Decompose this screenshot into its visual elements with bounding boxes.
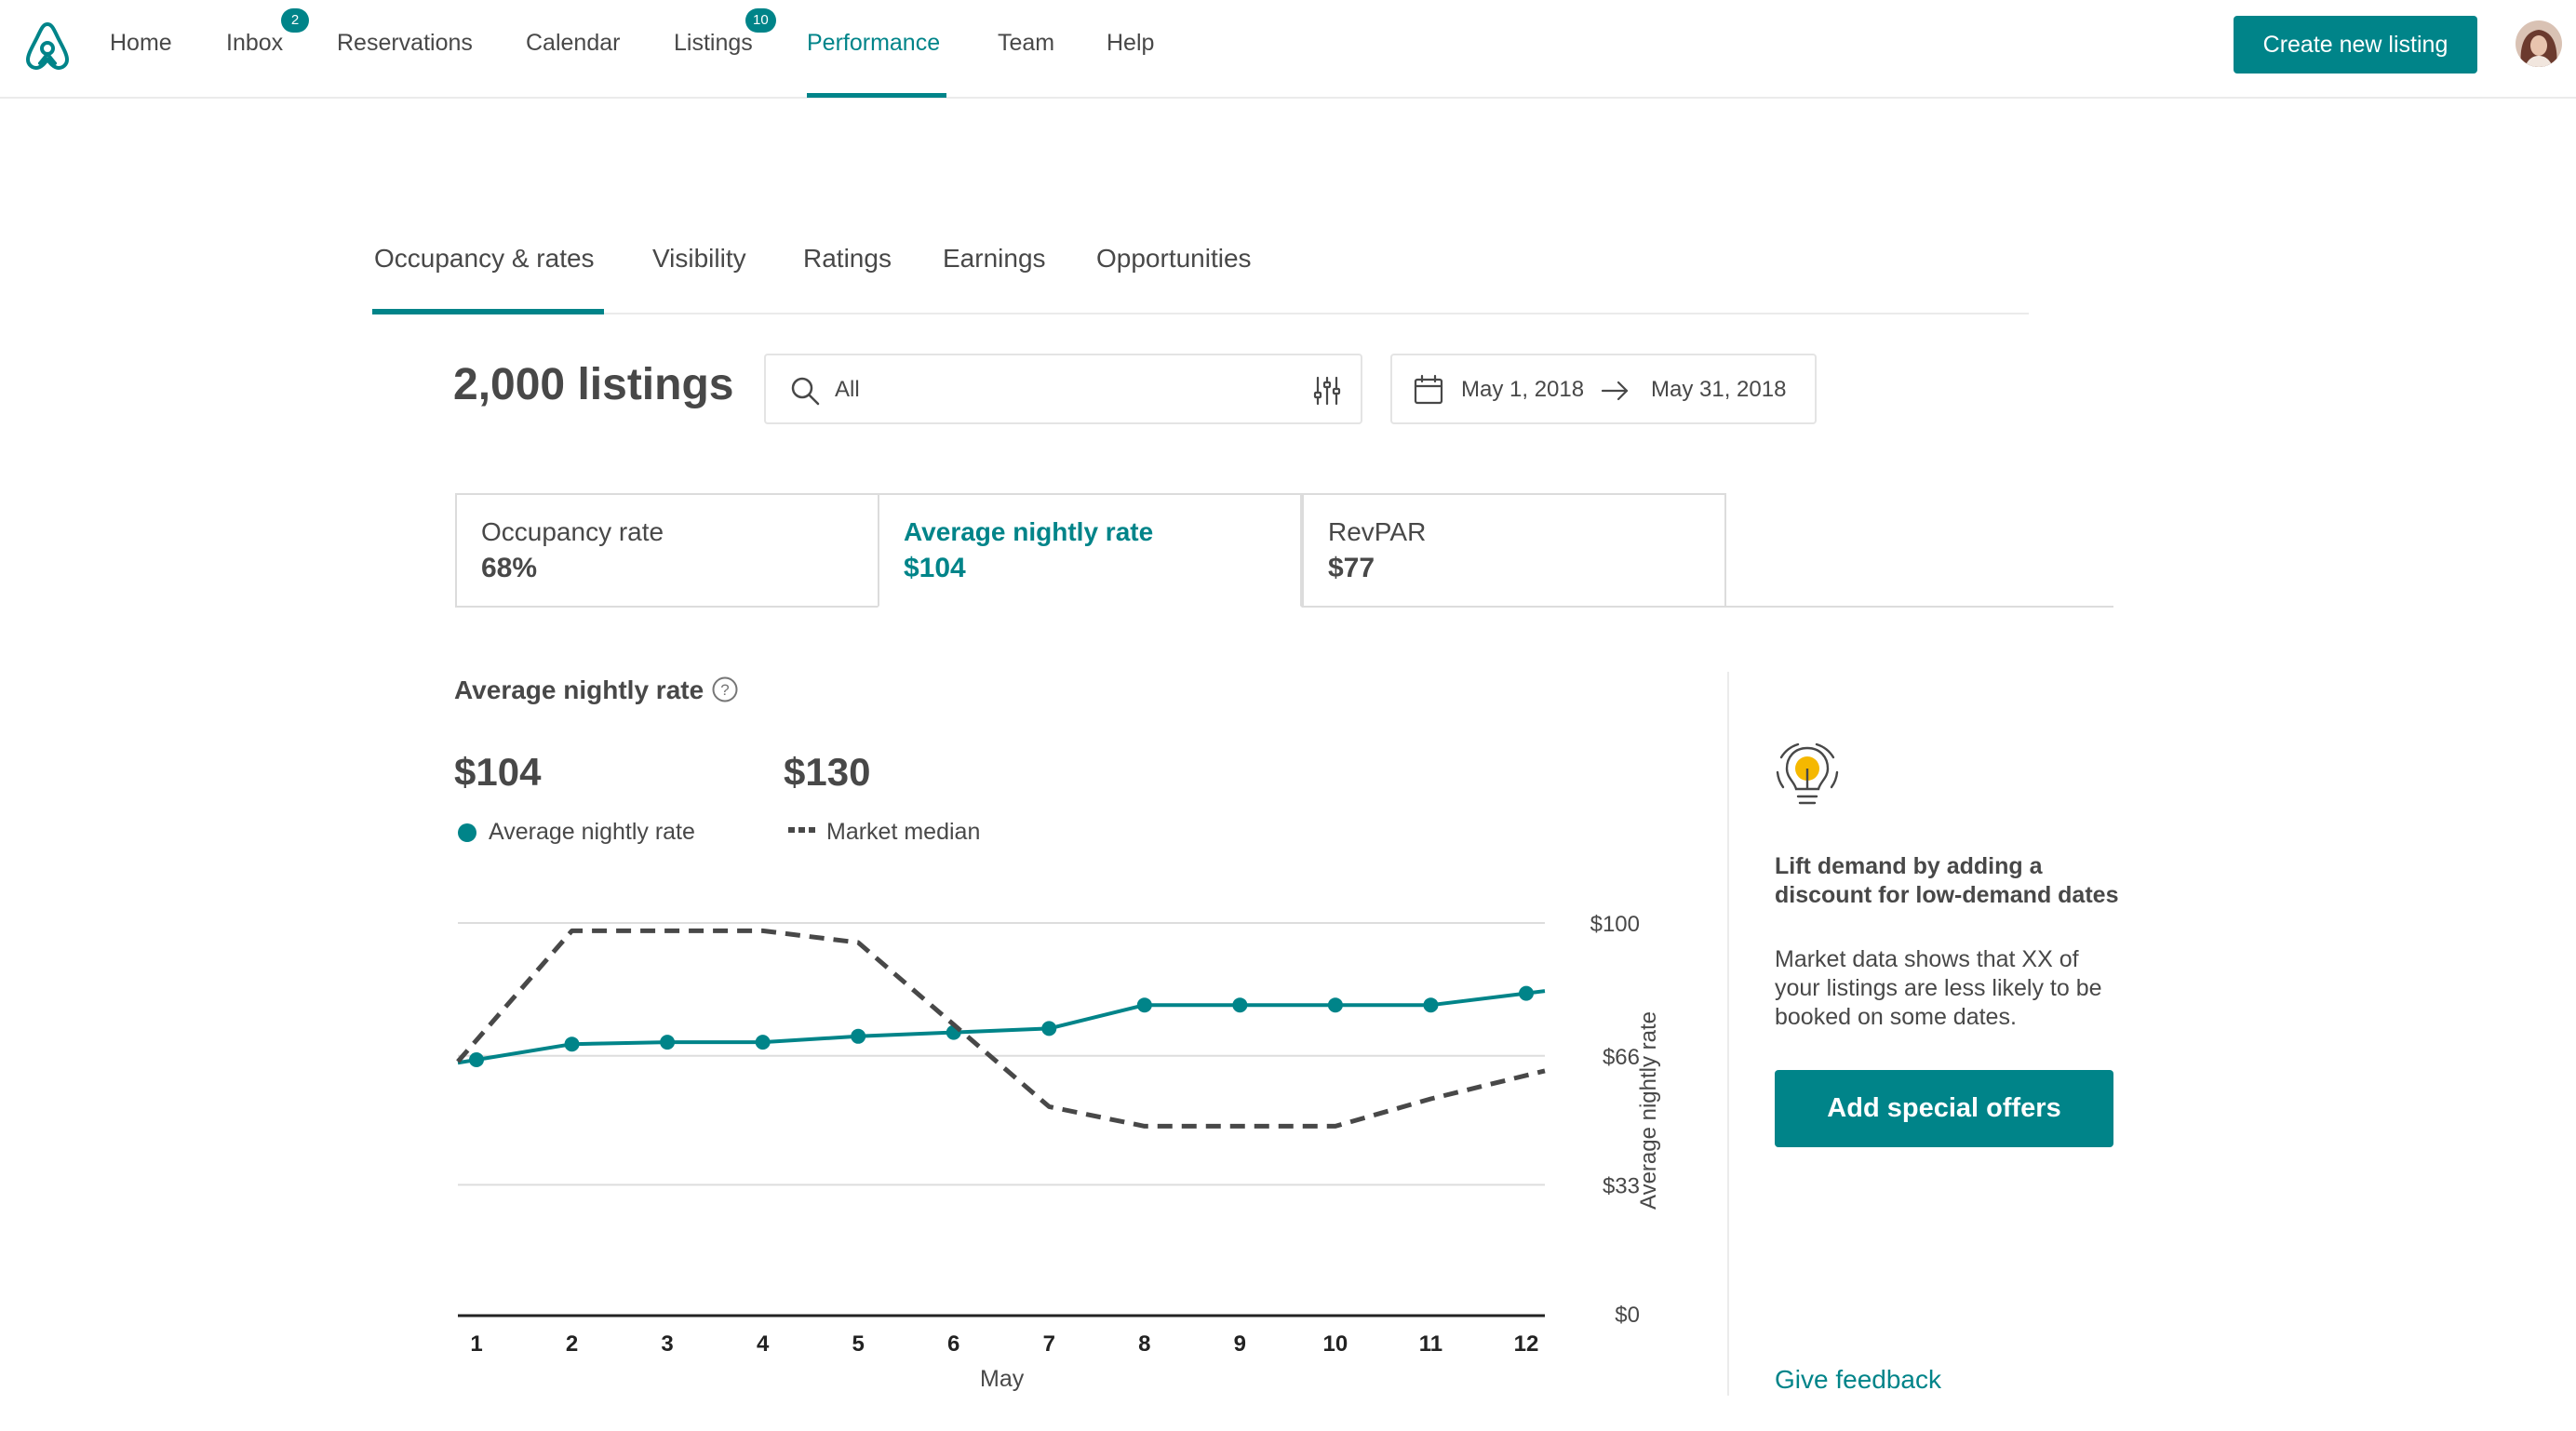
nav-home[interactable]: Home: [110, 30, 172, 57]
tab-occupancy-rates[interactable]: Occupancy & rates: [374, 244, 595, 274]
date-end[interactable]: May 31, 2018: [1651, 377, 1786, 403]
average-rate-point: [851, 1028, 866, 1044]
stat-market-median-value: $130: [784, 750, 871, 794]
listings-count: 2,000 listings: [453, 360, 734, 409]
x-tick-label: 1: [470, 1331, 482, 1357]
arrow-right-icon: [1601, 381, 1629, 401]
nav-performance[interactable]: Performance: [807, 30, 940, 57]
card-label: RevPAR: [1328, 517, 1427, 546]
help-icon[interactable]: ?: [711, 675, 739, 703]
card-value: $77: [1328, 553, 1375, 583]
search-icon: [791, 377, 820, 406]
calendar-icon: [1414, 374, 1443, 405]
x-tick-label: 6: [947, 1331, 959, 1357]
y-axis-label: Average nightly rate: [1636, 1010, 1661, 1210]
add-special-offers-button[interactable]: Add special offers: [1775, 1070, 2113, 1147]
tab-opportunities[interactable]: Opportunities: [1096, 244, 1252, 274]
average-rate-line: [457, 989, 1546, 1065]
tab-earnings[interactable]: Earnings: [943, 244, 1046, 274]
x-tick-label: 11: [1419, 1331, 1442, 1357]
card-label: Occupancy rate: [481, 517, 664, 546]
line-chart: $0$33$66$1001 2 3 4 5 6 7 8 9 10 11 12: [456, 912, 1640, 1357]
chart-title: Average nightly rate: [454, 675, 704, 704]
card-average-nightly-rate[interactable]: Average nightly rate $104: [878, 493, 1302, 608]
card-value: $104: [904, 553, 966, 583]
nav-active-indicator: [807, 93, 946, 98]
average-rate-point: [1232, 997, 1248, 1013]
search-input[interactable]: [835, 372, 1263, 408]
legend-dash-icon: [788, 827, 815, 833]
y-tick-label: $0: [1615, 1303, 1640, 1328]
average-rate-point: [1041, 1021, 1057, 1036]
airbnb-logo-icon[interactable]: [24, 20, 71, 71]
x-axis-label: May: [980, 1366, 1025, 1392]
tab-visibility[interactable]: Visibility: [652, 244, 746, 274]
average-rate-point: [1519, 985, 1534, 1001]
avatar-image-icon: [2516, 20, 2562, 67]
legend-average: Average nightly rate: [489, 819, 695, 845]
tabs-divider: [372, 313, 2029, 314]
nav-calendar[interactable]: Calendar: [526, 30, 620, 57]
legend-dot-icon: [458, 823, 476, 842]
create-listing-button[interactable]: Create new listing: [2234, 16, 2477, 74]
y-tick-label: $33: [1603, 1173, 1640, 1198]
tab-active-indicator: [372, 309, 604, 314]
card-value: 68%: [481, 553, 538, 583]
svg-text:?: ?: [720, 681, 729, 699]
nav-inbox[interactable]: Inbox: [226, 30, 283, 57]
x-tick-label: 4: [757, 1331, 770, 1357]
filter-sliders-icon[interactable]: [1310, 374, 1344, 408]
cards-baseline: [1726, 606, 2113, 608]
card-revpar[interactable]: RevPAR $77: [1302, 493, 1726, 608]
average-rate-point: [564, 1036, 580, 1052]
give-feedback-link[interactable]: Give feedback: [1775, 1365, 1941, 1395]
market-median-line: [456, 928, 1546, 1129]
x-tick-label: 8: [1138, 1331, 1150, 1357]
average-rate-point: [1327, 997, 1343, 1013]
card-label: Average nightly rate: [904, 517, 1154, 546]
nav-team[interactable]: Team: [998, 30, 1054, 57]
date-start[interactable]: May 1, 2018: [1461, 377, 1584, 403]
nav-help[interactable]: Help: [1107, 30, 1154, 57]
x-tick-label: 3: [661, 1331, 673, 1357]
stat-average-value: $104: [454, 750, 542, 794]
legend-market-median: Market median: [826, 819, 981, 845]
y-tick-label: $100: [1590, 912, 1640, 937]
nav-listings[interactable]: Listings: [674, 30, 753, 57]
average-rate-point: [1136, 997, 1152, 1013]
side-panel-body: Market data shows that XX of your listin…: [1775, 946, 2102, 1030]
average-rate-point: [755, 1035, 771, 1050]
x-tick-label: 5: [852, 1331, 865, 1357]
inbox-badge: 2: [281, 8, 309, 33]
x-tick-label: 9: [1234, 1331, 1246, 1357]
tab-ratings[interactable]: Ratings: [803, 244, 892, 274]
x-tick-label: 2: [566, 1331, 578, 1357]
x-tick-label: 10: [1323, 1331, 1348, 1357]
top-nav: Home Inbox 2 Reservations Calendar Listi…: [0, 0, 2576, 99]
listing-search-box[interactable]: [764, 354, 1362, 424]
listings-badge: 10: [745, 8, 776, 33]
lightbulb-icon: [1776, 742, 1839, 805]
x-tick-label: 7: [1043, 1331, 1055, 1357]
side-divider: [1727, 672, 1729, 1396]
average-rate-point: [469, 1052, 484, 1067]
average-rate-point: [1423, 997, 1439, 1013]
avatar[interactable]: [2516, 20, 2562, 67]
side-panel-title: Lift demand by adding a discount for low…: [1775, 853, 2119, 908]
date-range-picker[interactable]: May 1, 2018 May 31, 2018: [1390, 354, 1817, 424]
nav-reservations[interactable]: Reservations: [337, 30, 473, 57]
average-rate-point: [660, 1035, 676, 1050]
card-occupancy-rate[interactable]: Occupancy rate 68%: [455, 493, 879, 608]
y-tick-label: $66: [1603, 1045, 1640, 1070]
x-tick-label: 12: [1514, 1331, 1539, 1357]
